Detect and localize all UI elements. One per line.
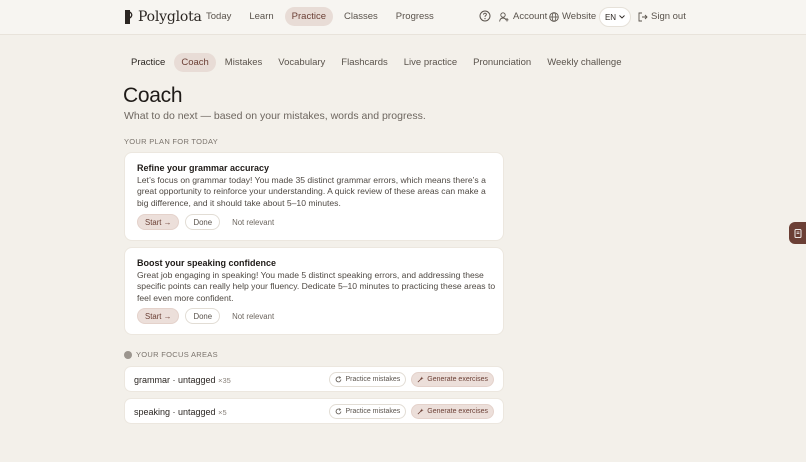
generate-exercises-label: Generate exercises	[427, 408, 488, 415]
plan-card-actions: Start → Done Not relevant	[137, 308, 280, 324]
main-nav: Today Learn Practice Classes Progress	[199, 7, 441, 26]
nav-item-learn[interactable]: Learn	[242, 7, 280, 26]
not-relevant-button[interactable]: Not relevant	[226, 308, 280, 324]
sign-out-label: Sign out	[651, 11, 686, 22]
tab-mistakes[interactable]: Mistakes	[218, 53, 269, 72]
focus-row-name: speaking · untagged ×5	[134, 407, 227, 417]
account-link[interactable]: Account	[499, 11, 547, 22]
tab-vocabulary[interactable]: Vocabulary	[271, 53, 332, 72]
page-title: Coach	[123, 84, 183, 107]
generate-exercises-button[interactable]: Generate exercises	[411, 404, 494, 419]
tab-practice[interactable]: Practice	[124, 53, 172, 72]
tab-pronunciation[interactable]: Pronunciation	[466, 53, 538, 72]
tab-live-practice[interactable]: Live practice	[397, 53, 464, 72]
plan-card-title: Refine your grammar accuracy	[137, 163, 270, 173]
focus-row-title: speaking · untagged	[134, 407, 216, 417]
tab-weekly-challenge[interactable]: Weekly challenge	[540, 53, 628, 72]
language-label: EN	[604, 12, 617, 22]
logo-text: Polyglota	[138, 9, 202, 25]
refresh-icon	[336, 376, 342, 383]
plan-card-body: Let’s focus on grammar today! You made 3…	[137, 175, 486, 208]
notebook-icon	[794, 228, 801, 238]
sparkle-icon	[417, 376, 424, 383]
refresh-icon	[336, 408, 342, 415]
done-button[interactable]: Done	[185, 308, 221, 324]
focus-row-count: ×5	[218, 408, 227, 417]
page-subtitle: What to do next — based on your mistakes…	[124, 110, 426, 122]
tab-coach[interactable]: Coach	[174, 53, 216, 72]
plan-card: Boost your speaking confidence Great job…	[124, 247, 504, 335]
focus-row-actions: Practice mistakes Generate exercises	[329, 404, 494, 419]
nav-item-today[interactable]: Today	[199, 7, 238, 26]
focus-row-name: grammar · untagged ×35	[134, 375, 231, 385]
top-bar: Polyglota Today Learn Practice Classes P…	[0, 0, 806, 35]
user-icon	[499, 11, 509, 22]
generate-exercises-button[interactable]: Generate exercises	[411, 372, 494, 387]
sign-out-icon	[638, 12, 648, 21]
start-button[interactable]: Start →	[137, 308, 180, 324]
language-select[interactable]: EN	[599, 7, 631, 27]
account-label: Account	[513, 11, 548, 22]
logo[interactable]: Polyglota	[124, 7, 202, 27]
practice-mistakes-label: Practice mistakes	[345, 376, 401, 383]
nav-item-progress[interactable]: Progress	[389, 7, 441, 26]
focus-section-title: YOUR FOCUS AREAS	[136, 350, 218, 359]
sign-out-link[interactable]: Sign out	[638, 11, 686, 22]
start-button[interactable]: Start →	[137, 214, 180, 230]
help-icon[interactable]	[479, 10, 491, 22]
chevron-down-icon	[619, 15, 625, 19]
website-link[interactable]: Website	[549, 11, 596, 22]
focus-row: speaking · untagged ×5 Practice mistakes…	[124, 398, 504, 424]
practice-subtabs: Practice Coach Mistakes Vocabulary Flash…	[124, 53, 629, 72]
plan-section-label: YOUR PLAN FOR TODAY	[124, 137, 219, 146]
practice-mistakes-button[interactable]: Practice mistakes	[329, 404, 407, 419]
generate-exercises-label: Generate exercises	[427, 376, 488, 383]
practice-mistakes-button[interactable]: Practice mistakes	[329, 372, 407, 387]
not-relevant-button[interactable]: Not relevant	[226, 214, 280, 230]
nav-item-practice[interactable]: Practice	[284, 7, 333, 26]
sparkle-icon	[417, 408, 424, 415]
notes-side-tab[interactable]	[789, 222, 806, 244]
logo-icon	[125, 10, 133, 24]
plan-card-title: Boost your speaking confidence	[137, 258, 277, 268]
website-label: Website	[562, 11, 597, 22]
focus-row-actions: Practice mistakes Generate exercises	[329, 372, 494, 387]
plan-card-actions: Start → Done Not relevant	[137, 214, 280, 230]
practice-mistakes-label: Practice mistakes	[345, 408, 401, 415]
plan-card: Refine your grammar accuracy Let’s focus…	[124, 152, 504, 241]
nav-item-classes[interactable]: Classes	[337, 7, 385, 26]
globe-icon	[549, 11, 559, 22]
plan-card-body: Great job engaging in speaking! You made…	[137, 270, 496, 303]
focus-row-count: ×35	[218, 376, 231, 385]
focus-dot-icon	[124, 350, 132, 359]
done-button[interactable]: Done	[185, 214, 221, 230]
focus-section-label: YOUR FOCUS AREAS	[124, 350, 218, 359]
focus-row: grammar · untagged ×35 Practice mistakes…	[124, 366, 504, 392]
tab-flashcards[interactable]: Flashcards	[334, 53, 394, 72]
focus-row-title: grammar · untagged	[134, 375, 216, 385]
